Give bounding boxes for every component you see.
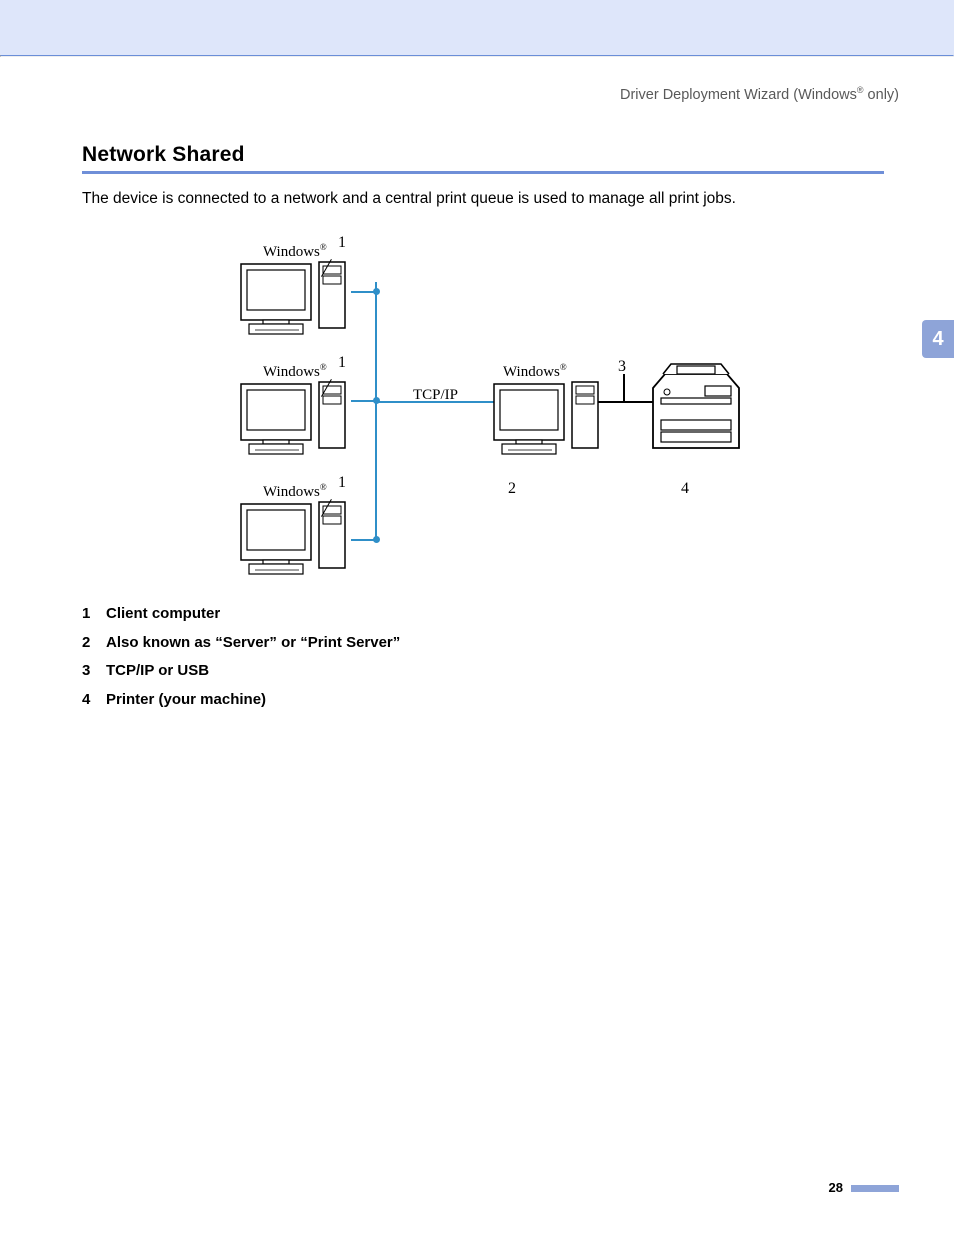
top-banner [0,0,954,55]
section-title: Network Shared [82,143,884,167]
legend-item: 1 Client computer [82,600,884,629]
section-body: Network Shared The device is connected t… [0,103,954,714]
diagram-callout-1: 1 [338,474,346,492]
diagram-callout-1: 1 [338,234,346,252]
legend-num: 3 [82,657,96,686]
section-rule [82,171,884,174]
legend-text: Also known as “Server” or “Print Server” [106,629,400,658]
running-header: Driver Deployment Wizard (Windows® only) [0,57,954,103]
diagram-callout-1: 1 [338,354,346,372]
client-computer-icon [235,492,353,582]
diagram-callout-2: 2 [508,480,516,498]
printer-icon [643,360,753,465]
header-text-prefix: Driver Deployment Wizard (Windows [620,87,857,103]
registered-mark: ® [857,85,864,95]
legend-text: Printer (your machine) [106,686,266,715]
diagram-label3-lead [623,374,625,402]
network-diagram: Windows® Windows® Windows® Windows® TCP/… [203,224,763,584]
header-text-suffix: only) [864,87,899,103]
diagram-tcpip-label: TCP/IP [413,387,458,404]
diagram-node [372,287,382,297]
footer-bar [851,1185,899,1192]
diagram-callout-4: 4 [681,480,689,498]
diagram-legend: 1 Client computer 2 Also known as “Serve… [82,600,884,714]
legend-item: 4 Printer (your machine) [82,686,884,715]
diagram-vertical-line [375,282,377,542]
server-computer-icon [488,372,606,462]
diagram-node [372,396,382,406]
chapter-tab: 4 [922,320,954,358]
diagram-callout-3: 3 [618,358,626,376]
diagram-windows-label: Windows® [263,482,327,501]
legend-text: TCP/IP or USB [106,657,209,686]
diagram-node [372,535,382,545]
chapter-number: 4 [932,328,943,351]
page-number: 28 [829,1180,843,1195]
client-computer-icon [235,372,353,462]
legend-num: 1 [82,600,96,629]
legend-item: 2 Also known as “Server” or “Print Serve… [82,629,884,658]
legend-num: 4 [82,686,96,715]
legend-item: 3 TCP/IP or USB [82,657,884,686]
diagram-windows-label: Windows® [263,362,327,381]
diagram-windows-label: Windows® [503,362,567,381]
legend-num: 2 [82,629,96,658]
legend-text: Client computer [106,600,220,629]
section-intro: The device is connected to a network and… [82,188,884,210]
page-footer: 28 [829,1180,899,1195]
client-computer-icon [235,252,353,342]
diagram-windows-label: Windows® [263,242,327,261]
